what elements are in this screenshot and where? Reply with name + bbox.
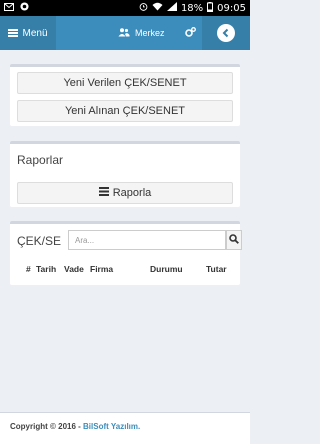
- search-input[interactable]: Ara...: [68, 230, 226, 250]
- col-date[interactable]: Tarih: [36, 264, 56, 274]
- new-received-check-button[interactable]: Yeni Alınan ÇEK/SENET: [17, 100, 233, 122]
- checks-title: ÇEK/SENET: [17, 234, 61, 248]
- reports-box: Raporlar Raporla: [10, 141, 240, 207]
- settings-cogs-icon[interactable]: [184, 24, 196, 42]
- alarm-icon: [139, 2, 148, 14]
- chrome-icon: [20, 2, 29, 14]
- search-button[interactable]: [226, 230, 242, 250]
- col-status[interactable]: Durumu: [150, 264, 183, 274]
- report-button[interactable]: Raporla: [17, 182, 233, 204]
- menu-button[interactable]: Menü: [0, 16, 56, 50]
- battery-percent: 18%: [180, 2, 204, 14]
- checks-box: ÇEK/SENET Ara... # Tarih Vade Firma Duru…: [10, 221, 242, 285]
- mail-icon: [4, 2, 14, 14]
- report-button-label: Raporla: [112, 187, 152, 199]
- actions-box: Yeni Verilen ÇEK/SENET Yeni Alınan ÇEK/S…: [10, 64, 240, 126]
- back-arrow-icon: [217, 24, 235, 42]
- app-header: Menü Merkez: [0, 16, 250, 50]
- hamburger-icon: [8, 29, 19, 37]
- brand-link[interactable]: BilSoft Yazılım.: [83, 422, 140, 431]
- clock: 09:05: [217, 2, 246, 14]
- branch-label: Merkez: [135, 28, 165, 38]
- col-amount[interactable]: Tutar: [206, 264, 227, 274]
- col-number[interactable]: #: [26, 264, 31, 274]
- reports-title: Raporlar: [17, 153, 64, 167]
- branch-selector[interactable]: Merkez: [118, 27, 165, 39]
- menu-label: Menü: [22, 27, 48, 39]
- users-icon: [118, 27, 130, 39]
- status-bar: 18% 09:05: [0, 0, 250, 16]
- wifi-icon: [152, 2, 163, 14]
- col-company[interactable]: Firma: [90, 264, 113, 274]
- table-header: # Tarih Vade Firma Durumu Tutar: [10, 262, 240, 276]
- list-icon: [98, 187, 109, 199]
- back-button[interactable]: [202, 16, 250, 50]
- footer: Copyright © 2016 - BilSoft Yazılım.: [0, 412, 250, 444]
- signal-icon: [166, 2, 177, 14]
- search-icon: [229, 231, 239, 249]
- col-due-date[interactable]: Vade: [64, 264, 84, 274]
- copyright-text: Copyright © 2016 -: [10, 422, 84, 431]
- new-given-check-button[interactable]: Yeni Verilen ÇEK/SENET: [17, 72, 233, 94]
- battery-icon: [207, 1, 214, 15]
